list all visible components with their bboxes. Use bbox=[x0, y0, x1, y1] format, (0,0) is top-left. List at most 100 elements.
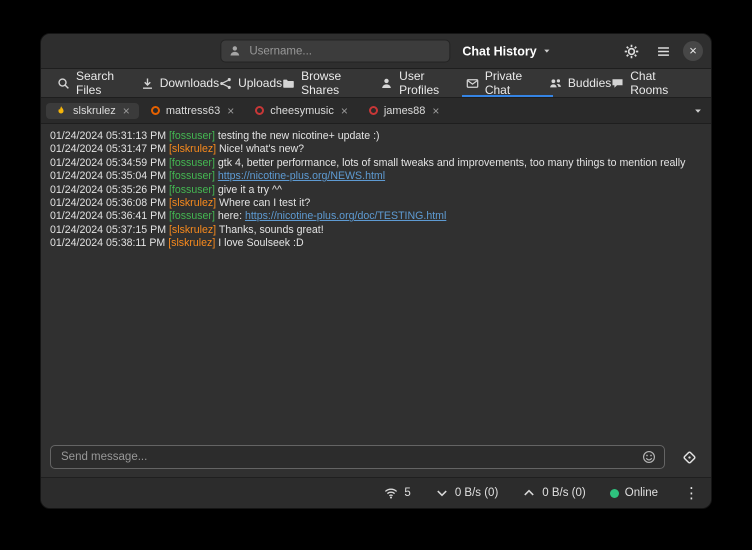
message-username[interactable]: [fossuser] bbox=[169, 157, 215, 169]
download-speed-label: 0 B/s (0) bbox=[455, 487, 498, 499]
message-text: Nice! what's new? bbox=[219, 143, 304, 155]
close-icon: × bbox=[689, 44, 697, 57]
tab-cheesymusic[interactable]: cheesymusic× bbox=[246, 103, 357, 119]
message-link[interactable]: https://nicotine-plus.org/NEWS.html bbox=[218, 170, 385, 182]
hamburger-menu-icon bbox=[656, 44, 671, 59]
online-status[interactable]: Online bbox=[610, 487, 658, 499]
message-text: I love Soulseek :D bbox=[218, 237, 303, 249]
toolbar-item-user-profiles[interactable]: User Profiles bbox=[380, 69, 466, 97]
chat-rooms-icon bbox=[611, 77, 624, 90]
user-icon bbox=[380, 77, 393, 90]
chat-history-button[interactable]: Chat History bbox=[462, 44, 551, 58]
toolbar-item-label: Uploads bbox=[238, 76, 282, 90]
message-username[interactable]: [slskrulez] bbox=[169, 143, 216, 155]
toolbar-item-buddies[interactable]: Buddies bbox=[549, 69, 611, 97]
tab-james88[interactable]: james88 × bbox=[360, 103, 449, 119]
message-row: 01/24/2024 05:38:11 PM [slskrulez] I lov… bbox=[50, 237, 702, 250]
tab-close-button[interactable]: × bbox=[341, 105, 348, 117]
offline-status-icon bbox=[369, 106, 378, 115]
window-close-button[interactable]: × bbox=[683, 41, 703, 61]
away-status-icon bbox=[55, 105, 67, 117]
download-icon bbox=[141, 77, 154, 90]
message-timestamp: 01/24/2024 05:38:11 PM bbox=[50, 237, 168, 249]
tab-close-button[interactable]: × bbox=[123, 105, 130, 117]
message-timestamp: 01/24/2024 05:36:08 PM bbox=[50, 197, 169, 209]
toolbar-item-label: User Profiles bbox=[399, 69, 466, 97]
online-status-dot bbox=[610, 489, 619, 498]
message-text: testing the new nicotine+ update :) bbox=[218, 130, 380, 142]
message-text: Where can I test it? bbox=[219, 197, 310, 209]
message-row: 01/24/2024 05:37:15 PM [slskrulez] Thank… bbox=[50, 224, 702, 237]
main-menu-button[interactable] bbox=[651, 39, 675, 63]
headerbar-center: Chat History bbox=[220, 40, 551, 63]
offline-status-icon bbox=[151, 106, 160, 115]
statusbar-menu-button[interactable]: ⋮ bbox=[682, 484, 699, 502]
toolbar-item-browse-shares[interactable]: Browse Shares bbox=[282, 69, 380, 97]
toolbar-item-label: Private Chat bbox=[485, 69, 549, 97]
private-chat-icon bbox=[466, 77, 479, 90]
emoji-picker-icon[interactable] bbox=[642, 450, 656, 464]
tab-label: mattress63 bbox=[166, 105, 220, 117]
toolbar-item-uploads[interactable]: Uploads bbox=[219, 69, 282, 97]
username-search-field[interactable] bbox=[220, 40, 450, 63]
message-username[interactable]: [fossuser] bbox=[169, 170, 215, 182]
message-username[interactable]: [fossuser] bbox=[169, 210, 215, 222]
message-link[interactable]: https://nicotine-plus.org/doc/TESTING.ht… bbox=[245, 210, 446, 222]
message-timestamp: 01/24/2024 05:36:41 PM bbox=[50, 210, 169, 222]
message-entry[interactable] bbox=[50, 445, 665, 469]
online-status-label: Online bbox=[625, 487, 658, 499]
message-row: 01/24/2024 05:35:04 PM [fossuser] https:… bbox=[50, 170, 702, 183]
tab-close-button[interactable]: × bbox=[432, 105, 439, 117]
message-username[interactable]: [slskrulez] bbox=[169, 224, 216, 236]
message-row: 01/24/2024 05:34:59 PM [fossuser] gtk 4,… bbox=[50, 157, 702, 170]
toolbar-item-downloads[interactable]: Downloads bbox=[141, 69, 219, 97]
message-input[interactable] bbox=[59, 450, 636, 464]
message-row: 01/24/2024 05:31:13 PM [fossuser] testin… bbox=[50, 130, 702, 143]
folder-icon bbox=[282, 77, 295, 90]
message-username[interactable]: [fossuser] bbox=[169, 184, 215, 196]
message-username[interactable]: [fossuser] bbox=[169, 130, 215, 142]
offline-status-icon bbox=[255, 106, 264, 115]
statusbar: 5 0 B/s (0) 0 B/s (0) Online ⋮ bbox=[41, 477, 711, 508]
message-username[interactable]: [slskrulez] bbox=[168, 237, 215, 249]
tab-label: slskrulez bbox=[73, 105, 116, 117]
message-row: 01/24/2024 05:35:26 PM [fossuser] give i… bbox=[50, 184, 702, 197]
tab-list: slskrulez×mattress63×cheesymusic×james88… bbox=[46, 103, 448, 119]
message-timestamp: 01/24/2024 05:31:47 PM bbox=[50, 143, 169, 155]
chat-history-label: Chat History bbox=[462, 44, 536, 58]
toolbar-item-search-files[interactable]: Search Files bbox=[57, 69, 141, 97]
tab-overflow-button[interactable] bbox=[693, 106, 703, 116]
message-text: here: bbox=[218, 210, 245, 222]
chat-log[interactable]: 01/24/2024 05:31:13 PM [fossuser] testin… bbox=[41, 124, 711, 438]
upload-chevron-icon bbox=[522, 486, 536, 500]
toolbar-item-label: Chat Rooms bbox=[630, 69, 695, 97]
message-username[interactable]: [slskrulez] bbox=[169, 197, 216, 209]
nicotine-plus-window: Chat History × Search FilesDownloads Uplo… bbox=[40, 33, 712, 509]
headerbar-controls: × bbox=[619, 39, 703, 63]
tab-label: james88 bbox=[384, 105, 426, 117]
preferences-button[interactable] bbox=[619, 39, 643, 63]
tab-slskrulez[interactable]: slskrulez × bbox=[46, 103, 139, 119]
help-diamond-icon bbox=[681, 449, 698, 466]
connection-quality[interactable]: 5 bbox=[384, 486, 410, 500]
toolbar-item-private-chat[interactable]: Private Chat bbox=[466, 69, 549, 97]
chevron-down-icon bbox=[543, 47, 552, 56]
download-speed[interactable]: 0 B/s (0) bbox=[435, 486, 498, 500]
toolbar-item-label: Search Files bbox=[76, 69, 141, 97]
desktop-background: Chat History × Search FilesDownloads Uplo… bbox=[0, 0, 752, 550]
toolbar-item-label: Buddies bbox=[568, 76, 611, 90]
toolbar-item-label: Browse Shares bbox=[301, 69, 380, 97]
message-input-row bbox=[41, 438, 711, 477]
upload-speed[interactable]: 0 B/s (0) bbox=[522, 486, 585, 500]
username-input[interactable] bbox=[247, 44, 442, 58]
connection-count: 5 bbox=[404, 487, 410, 499]
chat-help-button[interactable] bbox=[676, 444, 702, 470]
share-icon bbox=[219, 77, 232, 90]
toolbar-item-chat-rooms[interactable]: Chat Rooms bbox=[611, 69, 695, 97]
person-icon bbox=[228, 45, 241, 58]
message-text: give it a try ^^ bbox=[218, 184, 282, 196]
tab-close-button[interactable]: × bbox=[227, 105, 234, 117]
message-timestamp: 01/24/2024 05:31:13 PM bbox=[50, 130, 169, 142]
tab-mattress63[interactable]: mattress63 × bbox=[142, 103, 243, 119]
message-row: 01/24/2024 05:36:41 PM [fossuser] here: … bbox=[50, 210, 702, 223]
